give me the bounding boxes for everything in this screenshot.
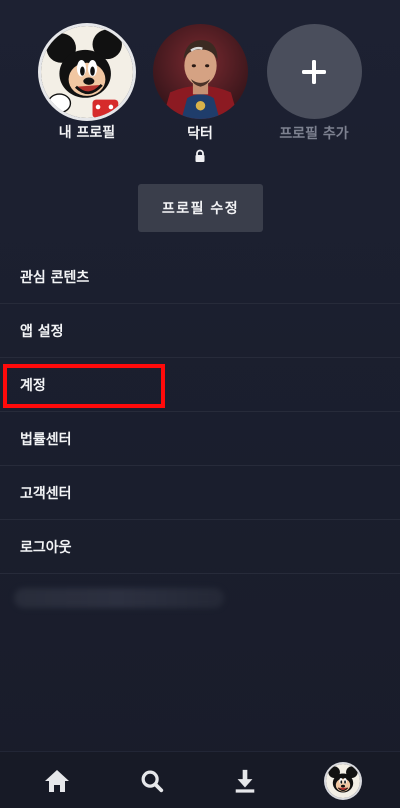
menu-item-app-settings[interactable]: 앱 설정 xyxy=(0,304,400,358)
home-icon xyxy=(45,770,69,792)
add-icon xyxy=(302,59,326,84)
profile-doctor[interactable]: 닥터 xyxy=(150,24,250,174)
profile-name: 프로필 추가 xyxy=(279,126,349,142)
menu-item-label: 로그아웃 xyxy=(20,539,72,556)
nav-search-button[interactable] xyxy=(137,766,167,796)
menu-item-account[interactable]: 계정 xyxy=(0,358,400,412)
nav-downloads-button[interactable] xyxy=(230,766,260,796)
add-profile-button[interactable] xyxy=(266,24,362,119)
menu-item-label: 앱 설정 xyxy=(20,323,64,340)
profile-avatar xyxy=(326,764,360,798)
menu-item-label: 법률센터 xyxy=(20,431,72,448)
nav-profile-button[interactable] xyxy=(326,764,360,798)
profile-selector: 내 프로필 닥터 프로필 추가 xyxy=(0,24,400,174)
menu-item-label: 계정 xyxy=(20,377,46,394)
profile-my-profile[interactable]: 내 프로필 xyxy=(37,24,137,174)
menu-item-label: 관심 콘텐츠 xyxy=(20,269,90,286)
menu-item-logout[interactable]: 로그아웃 xyxy=(0,520,400,574)
profile-add[interactable]: 프로필 추가 xyxy=(264,24,364,174)
doctor-avatar[interactable] xyxy=(152,24,248,119)
bottom-navigation xyxy=(0,751,400,808)
settings-menu: 관심 콘텐츠 앱 설정 계정 법률센터 고객센터 로그아웃 xyxy=(0,250,400,574)
search-icon xyxy=(141,770,164,793)
download-icon xyxy=(235,769,255,793)
edit-profile-button[interactable]: 프로필 수정 xyxy=(138,184,263,232)
profile-name: 닥터 xyxy=(187,126,213,142)
mickey-avatar[interactable] xyxy=(41,26,133,118)
menu-item-label: 고객센터 xyxy=(20,485,72,502)
nav-home-button[interactable] xyxy=(42,766,72,796)
blurred-account-info xyxy=(14,588,224,608)
profile-name: 내 프로필 xyxy=(58,125,116,141)
lock-icon xyxy=(195,149,205,162)
menu-item-legal-center[interactable]: 법률센터 xyxy=(0,412,400,466)
menu-item-watchlist[interactable]: 관심 콘텐츠 xyxy=(0,250,400,304)
menu-item-help-center[interactable]: 고객센터 xyxy=(0,466,400,520)
